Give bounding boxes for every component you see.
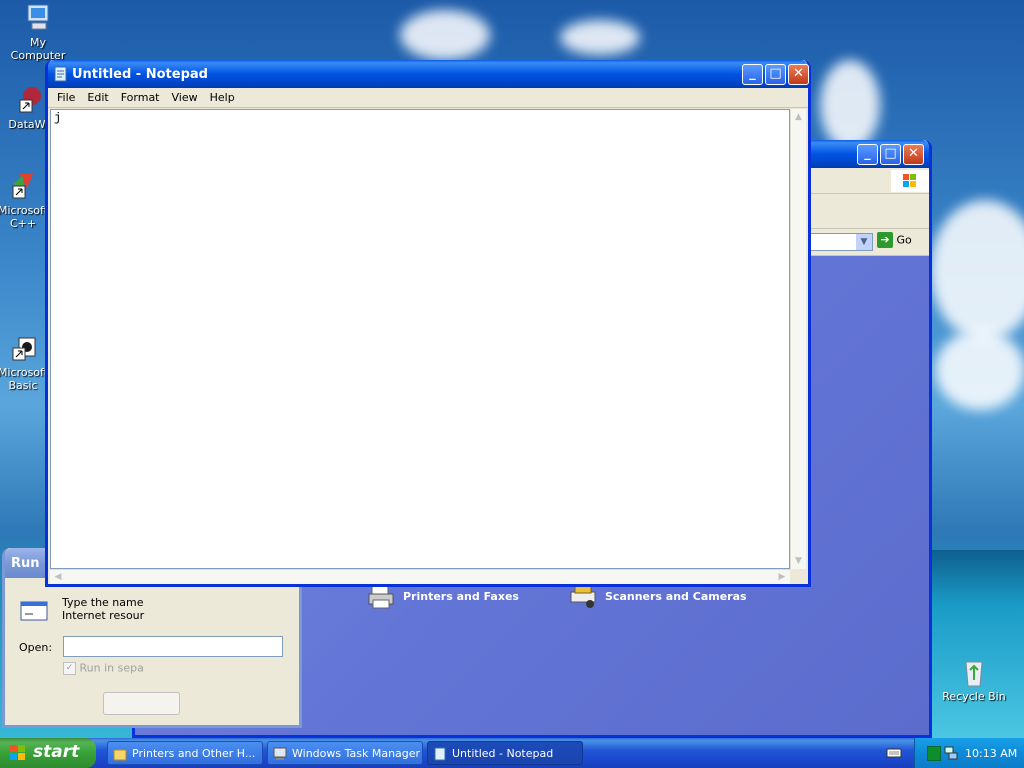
taskbar: start Printers and Other H... Windows Ta… [0, 738, 1024, 768]
menu-file[interactable]: File [51, 91, 81, 104]
explorer-minimize-button[interactable]: _ [857, 144, 878, 165]
explorer-close-button[interactable]: ✕ [903, 144, 924, 165]
menu-help[interactable]: Help [204, 91, 241, 104]
my-computer-icon [22, 2, 54, 34]
notepad-window[interactable]: Untitled - Notepad _ □ ✕ File Edit Forma… [45, 60, 811, 587]
recycle-bin-icon [958, 656, 990, 688]
windows-flag-icon [9, 744, 27, 762]
run-icon [19, 598, 51, 624]
taskbar-item-printers[interactable]: Printers and Other H... [107, 741, 263, 765]
notepad-title: Untitled - Notepad [72, 67, 208, 82]
taskbar-item-notepad[interactable]: Untitled - Notepad [427, 741, 583, 765]
scroll-right-arrow[interactable]: ▶ [774, 570, 790, 584]
shortcut-icon [14, 84, 46, 116]
scroll-down-arrow[interactable]: ▼ [791, 553, 806, 569]
shortcut-icon [7, 332, 39, 364]
notepad-menubar: File Edit Format View Help [48, 88, 808, 108]
scroll-up-arrow[interactable]: ▲ [791, 109, 806, 125]
network-tray-icon[interactable] [943, 745, 959, 761]
task-manager-icon [273, 746, 287, 760]
my-computer-desktop-icon[interactable]: My Computer [3, 2, 73, 62]
checkbox-icon: ✓ [63, 661, 76, 675]
start-button[interactable]: start [0, 738, 96, 768]
task-manager-tray-icon[interactable] [927, 746, 941, 761]
run-separate-checkbox[interactable]: ✓ Run in sepa [63, 661, 144, 675]
open-label: Open: [19, 641, 53, 654]
notepad-text-area[interactable]: j [50, 109, 790, 569]
menu-edit[interactable]: Edit [81, 91, 114, 104]
go-button[interactable]: ➔ Go [877, 232, 919, 252]
system-tray: 10:13 AM [914, 738, 1024, 768]
desktop: My Computer DataWa Microsoft C++ Microso… [0, 0, 1024, 738]
horizontal-scrollbar[interactable]: ◀ ▶ [50, 569, 790, 584]
clock[interactable]: 10:13 AM [965, 747, 1017, 760]
size-grip[interactable] [790, 569, 806, 584]
shortcut-icon [7, 170, 39, 202]
ocean [930, 550, 1024, 738]
notepad-close-button[interactable]: ✕ [788, 64, 809, 85]
recycle-bin-desktop-icon[interactable]: Recycle Bin [939, 656, 1009, 703]
ok-button[interactable] [103, 692, 180, 715]
menu-format[interactable]: Format [115, 91, 166, 104]
notepad-minimize-button[interactable]: _ [742, 64, 763, 85]
taskbar-item-task-manager[interactable]: Windows Task Manager [267, 741, 423, 765]
scroll-left-arrow[interactable]: ◀ [50, 570, 66, 584]
notepad-icon [53, 66, 69, 82]
notepad-maximize-button[interactable]: □ [765, 64, 786, 85]
folder-icon [113, 746, 127, 761]
explorer-maximize-button[interactable]: □ [880, 144, 901, 165]
windows-flag-icon [891, 170, 929, 192]
go-label: Go [896, 233, 912, 247]
notepad-titlebar[interactable]: Untitled - Notepad _ □ ✕ [48, 60, 809, 88]
run-description: Type the name Internet resour [62, 596, 145, 622]
open-input[interactable] [63, 636, 283, 657]
run-title: Run [11, 556, 40, 571]
notepad-text: j [54, 111, 62, 125]
start-label: start [33, 742, 80, 762]
go-arrow-icon: ➔ [877, 232, 893, 248]
vertical-scrollbar[interactable]: ▲ ▼ [790, 109, 806, 569]
notepad-icon [433, 746, 447, 761]
keyboard-icon[interactable] [886, 747, 902, 759]
chevron-down-icon[interactable]: ▼ [856, 234, 872, 250]
menu-view[interactable]: View [166, 91, 204, 104]
